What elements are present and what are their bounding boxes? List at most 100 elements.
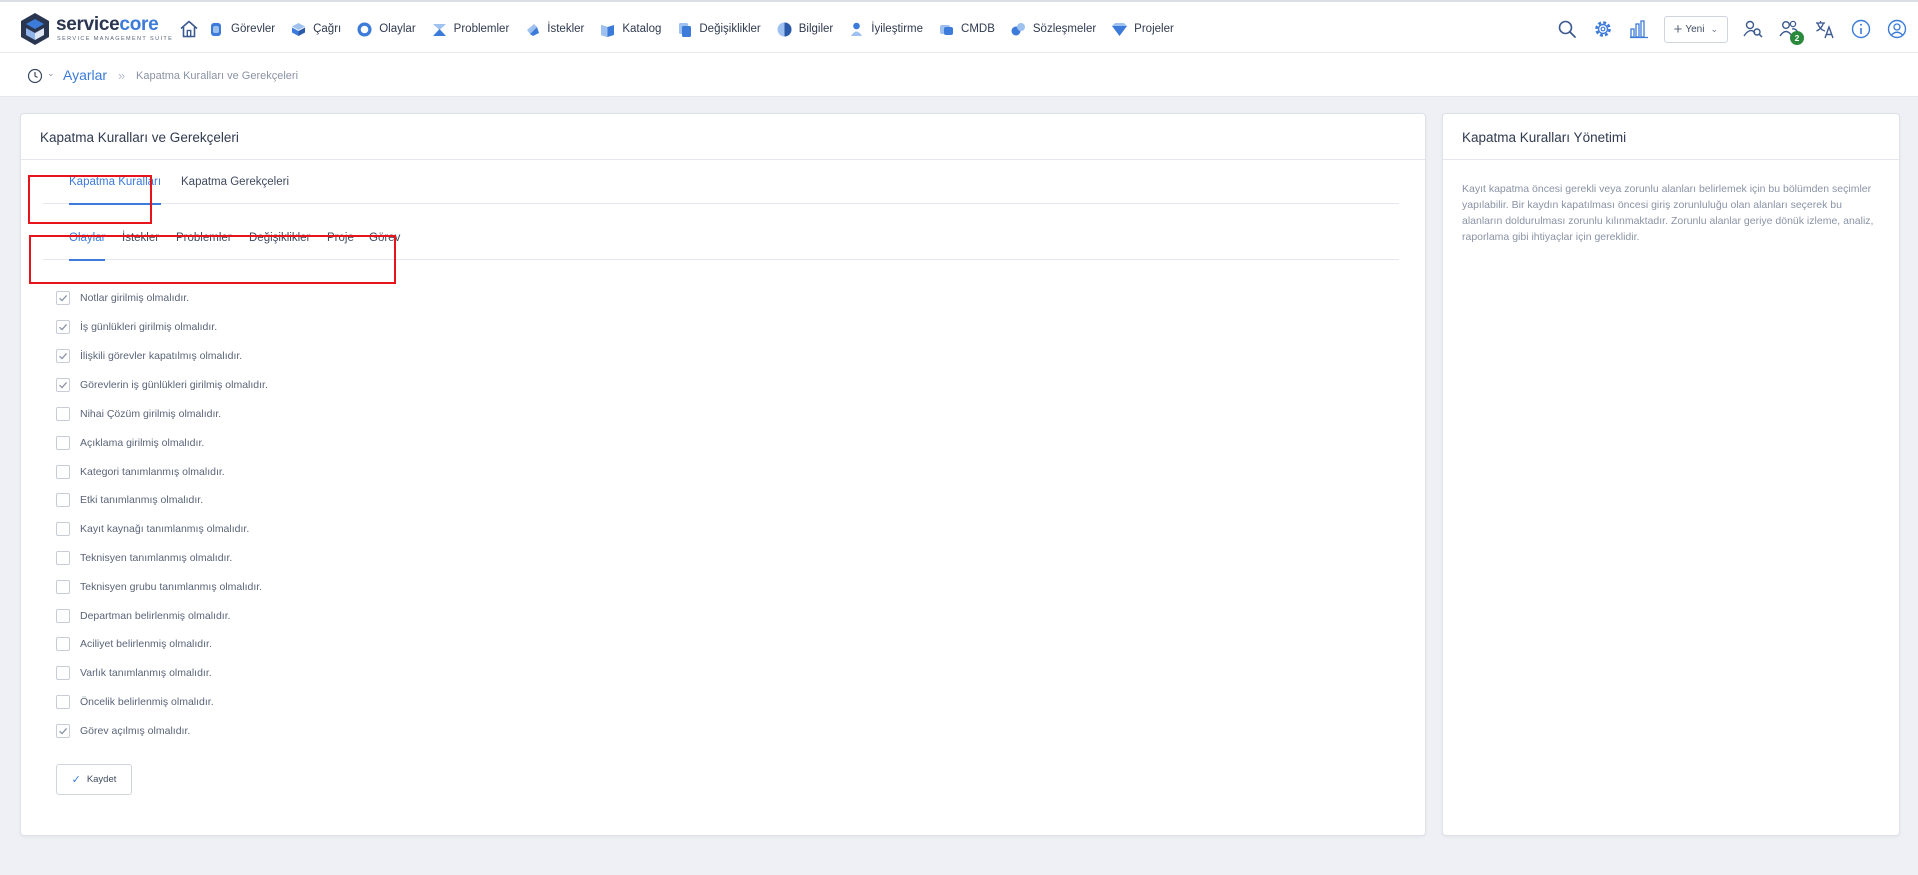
- checkbox[interactable]: [56, 378, 70, 392]
- tab-closing-rules[interactable]: Kapatma Kuralları: [69, 176, 162, 205]
- tasks-icon: [211, 22, 221, 36]
- checkbox[interactable]: [56, 320, 70, 334]
- tab-degisiklikler[interactable]: Değişiklikler: [249, 232, 310, 260]
- search-button[interactable]: [1556, 18, 1578, 40]
- rule-item[interactable]: Teknisyen grubu tanımlanmış olmalıdır.: [56, 579, 262, 595]
- tab-olaylar[interactable]: Olaylar: [69, 232, 106, 261]
- nav-item-label: Katalog: [622, 23, 662, 35]
- tab-istekler[interactable]: İstekler: [122, 232, 159, 260]
- nav-item-projeler[interactable]: Projeler: [1111, 21, 1174, 38]
- checkbox[interactable]: [56, 407, 70, 421]
- search-icon: [1558, 20, 1576, 38]
- nav-item-label: Bilgiler: [798, 23, 834, 35]
- rule-item[interactable]: Departman belirlenmiş olmalıdır.: [56, 608, 231, 624]
- breadcrumb-root[interactable]: Ayarlar: [63, 67, 107, 83]
- problems-icon: [432, 23, 446, 36]
- rule-item[interactable]: Öncelik belirlenmiş olmalıdır.: [56, 694, 214, 710]
- incidents-icon: [357, 22, 372, 36]
- nav-item-label: İstekler: [547, 23, 585, 35]
- nav-item-gorevler[interactable]: Görevler: [208, 21, 275, 38]
- settings-button[interactable]: [1592, 18, 1614, 40]
- nav-item-label: Değişiklikler: [699, 23, 761, 35]
- nav-item-iyilestirme[interactable]: İyileştirme: [848, 21, 923, 38]
- new-button[interactable]: + Yeni ⌄: [1663, 15, 1728, 43]
- rule-item[interactable]: Görev açılmış olmalıdır.: [56, 723, 190, 739]
- info-card-title: Kapatma Kuralları Yönetimi: [1443, 114, 1899, 160]
- rule-label: Notlar girilmiş olmalıdır.: [80, 292, 190, 304]
- reports-button[interactable]: [1628, 18, 1650, 40]
- rule-item[interactable]: Aciliyet belirlenmiş olmalıdır.: [56, 636, 212, 652]
- tab-closing-reasons[interactable]: Kapatma Gerekçeleri: [181, 176, 289, 204]
- rule-item[interactable]: Varlık tanımlanmış olmalıdır.: [56, 665, 212, 681]
- profile-button[interactable]: [1886, 18, 1908, 40]
- nav-item-katalog[interactable]: Katalog: [599, 21, 661, 38]
- checkbox[interactable]: [56, 436, 70, 450]
- home-icon[interactable]: [179, 19, 199, 39]
- knowledge-icon: [777, 22, 792, 36]
- nav-item-sozlesmeler[interactable]: Sözleşmeler: [1010, 21, 1096, 38]
- rule-item[interactable]: Kayıt kaynağı tanımlanmış olmalıdır.: [56, 521, 249, 537]
- call-icon: [292, 22, 306, 36]
- nav-item-problemler[interactable]: Problemler: [431, 21, 510, 38]
- checkbox[interactable]: [56, 695, 70, 709]
- top-navbar: servicecore SERVICE MANAGEMENT SUITE Gör…: [0, 0, 1918, 53]
- checkbox[interactable]: [56, 580, 70, 594]
- rule-item[interactable]: İlişkili görevler kapatılmış olmalıdır.: [56, 348, 242, 364]
- save-button-label: Kaydet: [86, 774, 117, 785]
- rule-label: Teknisyen grubu tanımlanmış olmalıdır.: [80, 581, 263, 593]
- checkbox[interactable]: [56, 724, 70, 738]
- save-button[interactable]: ✓ Kaydet: [56, 764, 132, 795]
- nav-item-istekler[interactable]: İstekler: [524, 21, 584, 38]
- rule-item[interactable]: Etki tanımlanmış olmalıdır.: [56, 492, 203, 508]
- check-icon: [59, 381, 68, 389]
- checkbox[interactable]: [56, 637, 70, 651]
- catalog-icon: [601, 24, 615, 37]
- info-button[interactable]: [1850, 18, 1872, 40]
- rule-item[interactable]: Görevlerin iş günlükleri girilmiş olmalı…: [56, 377, 268, 393]
- gear-icon: [1594, 21, 1611, 37]
- check-icon: [59, 352, 68, 360]
- chevron-down-icon[interactable]: ⌄: [47, 68, 55, 79]
- nav-item-cmdb[interactable]: CMDB: [938, 21, 995, 38]
- check-icon: [59, 727, 68, 735]
- checkbox[interactable]: [56, 493, 70, 507]
- nav-item-label: Problemler: [453, 23, 510, 35]
- user-search-button[interactable]: [1742, 18, 1764, 40]
- logo[interactable]: servicecore SERVICE MANAGEMENT SUITE: [18, 12, 172, 46]
- rule-item[interactable]: Notlar girilmiş olmalıdır.: [56, 290, 189, 306]
- rule-item[interactable]: Nihai Çözüm girilmiş olmalıdır.: [56, 406, 221, 422]
- tab-problemler[interactable]: Problemler: [176, 232, 232, 260]
- tab-gorev[interactable]: Görev: [369, 232, 400, 260]
- rule-item[interactable]: Açıklama girilmiş olmalıdır.: [56, 435, 204, 451]
- checkbox[interactable]: [56, 349, 70, 363]
- rule-label: İlişkili görevler kapatılmış olmalıdır.: [80, 350, 243, 362]
- rule-label: Varlık tanımlanmış olmalıdır.: [80, 667, 212, 679]
- checkbox[interactable]: [56, 666, 70, 680]
- rule-item[interactable]: İş günlükleri girilmiş olmalıdır.: [56, 319, 217, 335]
- nav-item-bilgiler[interactable]: Bilgiler: [776, 21, 834, 38]
- checkbox[interactable]: [56, 551, 70, 565]
- toolbar: + Yeni ⌄ 2: [1542, 15, 1908, 45]
- check-icon: [59, 323, 68, 331]
- team-button[interactable]: 2: [1778, 18, 1804, 45]
- nav-item-olaylar[interactable]: Olaylar: [356, 21, 416, 38]
- checkbox[interactable]: [56, 522, 70, 536]
- chevron-down-icon: ⌄: [1710, 23, 1718, 34]
- checkbox[interactable]: [56, 609, 70, 623]
- tab-proje[interactable]: Proje: [327, 232, 354, 260]
- logo-mark-icon: [21, 13, 49, 45]
- translate-icon: [1816, 21, 1834, 39]
- rule-item[interactable]: Teknisyen tanımlanmış olmalıdır.: [56, 550, 232, 566]
- nav-item-degisiklikler[interactable]: Değişiklikler: [676, 21, 761, 38]
- rule-item[interactable]: Kategori tanımlanmış olmalıdır.: [56, 464, 225, 480]
- rule-label: Teknisyen tanımlanmış olmalıdır.: [80, 552, 233, 564]
- check-icon: ✓: [71, 774, 81, 786]
- bar-chart-icon: [1629, 20, 1648, 39]
- nav-item-cagri[interactable]: Çağrı: [290, 21, 341, 38]
- checkbox[interactable]: [56, 465, 70, 479]
- checkbox[interactable]: [56, 291, 70, 305]
- history-icon[interactable]: [27, 68, 43, 84]
- notification-badge: 2: [1790, 31, 1804, 45]
- rule-label: İş günlükleri girilmiş olmalıdır.: [80, 321, 218, 333]
- language-button[interactable]: [1814, 18, 1836, 40]
